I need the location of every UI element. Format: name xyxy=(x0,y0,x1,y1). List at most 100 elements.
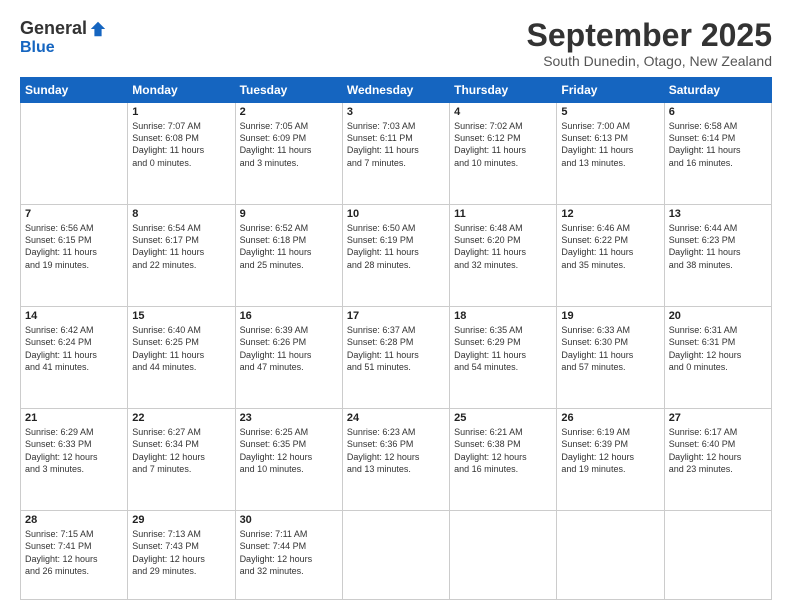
day-number: 10 xyxy=(347,208,445,220)
weekday-header-friday: Friday xyxy=(557,78,664,103)
day-number: 14 xyxy=(25,310,123,322)
day-number: 30 xyxy=(240,514,338,526)
day-info: Sunrise: 6:33 AM Sunset: 6:30 PM Dayligh… xyxy=(561,324,659,373)
header: General Blue September 2025 South Dunedi… xyxy=(20,18,772,69)
calendar-cell: 15 Sunrise: 6:40 AM Sunset: 6:25 PM Dayli… xyxy=(128,307,235,409)
day-number: 3 xyxy=(347,106,445,118)
calendar-cell: 18 Sunrise: 6:35 AM Sunset: 6:29 PM Dayli… xyxy=(450,307,557,409)
calendar-cell: 19Sunrise: 6:33 AM Sunset: 6:30 PM Dayli… xyxy=(557,307,664,409)
week-row-3: 14 Sunrise: 6:42 AM Sunset: 6:24 PM Dayli… xyxy=(21,307,772,409)
calendar-cell: 26 Sunrise: 6:19 AM Sunset: 6:39 PM Dayli… xyxy=(557,409,664,511)
day-info: Sunrise: 6:58 AM Sunset: 6:14 PM Dayligh… xyxy=(669,120,767,169)
calendar-cell: 20 Sunrise: 6:31 AM Sunset: 6:31 PM Dayli… xyxy=(664,307,771,409)
logo-icon xyxy=(89,20,107,38)
weekday-header-row: SundayMondayTuesdayWednesdayThursdayFrid… xyxy=(21,78,772,103)
day-info: Sunrise: 6:35 AM Sunset: 6:29 PM Dayligh… xyxy=(454,324,552,373)
day-info: Sunrise: 6:39 AM Sunset: 6:26 PM Dayligh… xyxy=(240,324,338,373)
calendar-cell: 28 Sunrise: 7:15 AM Sunset: 7:41 PM Dayli… xyxy=(21,511,128,600)
day-number: 27 xyxy=(669,412,767,424)
calendar-cell: 17 Sunrise: 6:37 AM Sunset: 6:28 PM Dayli… xyxy=(342,307,449,409)
day-info: Sunrise: 6:31 AM Sunset: 6:31 PM Dayligh… xyxy=(669,324,767,373)
day-info: Sunrise: 7:02 AM Sunset: 6:12 PM Dayligh… xyxy=(454,120,552,169)
day-info: Sunrise: 6:19 AM Sunset: 6:39 PM Dayligh… xyxy=(561,426,659,475)
calendar-cell: 11 Sunrise: 6:48 AM Sunset: 6:20 PM Dayli… xyxy=(450,205,557,307)
day-number: 12 xyxy=(561,208,659,220)
calendar-cell: 21 Sunrise: 6:29 AM Sunset: 6:33 PM Dayli… xyxy=(21,409,128,511)
day-number: 11 xyxy=(454,208,552,220)
weekday-header-saturday: Saturday xyxy=(664,78,771,103)
day-info: Sunrise: 6:37 AM Sunset: 6:28 PM Dayligh… xyxy=(347,324,445,373)
calendar-cell: 27 Sunrise: 6:17 AM Sunset: 6:40 PM Dayli… xyxy=(664,409,771,511)
day-number: 15 xyxy=(132,310,230,322)
calendar-cell: 14 Sunrise: 6:42 AM Sunset: 6:24 PM Dayli… xyxy=(21,307,128,409)
day-info: Sunrise: 6:56 AM Sunset: 6:15 PM Dayligh… xyxy=(25,222,123,271)
day-number: 5 xyxy=(561,106,659,118)
calendar-cell: 30 Sunrise: 7:11 AM Sunset: 7:44 PM Dayli… xyxy=(235,511,342,600)
calendar-cell: 2 Sunrise: 7:05 AM Sunset: 6:09 PM Daylig… xyxy=(235,103,342,205)
day-info: Sunrise: 7:07 AM Sunset: 6:08 PM Dayligh… xyxy=(132,120,230,169)
day-info: Sunrise: 6:42 AM Sunset: 6:24 PM Dayligh… xyxy=(25,324,123,373)
day-info: Sunrise: 7:11 AM Sunset: 7:44 PM Dayligh… xyxy=(240,528,338,577)
logo: General Blue xyxy=(20,18,107,57)
calendar-cell: 7 Sunrise: 6:56 AM Sunset: 6:15 PM Daylig… xyxy=(21,205,128,307)
day-number: 4 xyxy=(454,106,552,118)
day-info: Sunrise: 7:15 AM Sunset: 7:41 PM Dayligh… xyxy=(25,528,123,577)
day-info: Sunrise: 6:40 AM Sunset: 6:25 PM Dayligh… xyxy=(132,324,230,373)
day-number: 23 xyxy=(240,412,338,424)
week-row-1: 1 Sunrise: 7:07 AM Sunset: 6:08 PM Daylig… xyxy=(21,103,772,205)
calendar-cell xyxy=(450,511,557,600)
weekday-header-monday: Monday xyxy=(128,78,235,103)
day-info: Sunrise: 6:27 AM Sunset: 6:34 PM Dayligh… xyxy=(132,426,230,475)
calendar-cell: 9Sunrise: 6:52 AM Sunset: 6:18 PM Daylig… xyxy=(235,205,342,307)
calendar-cell: 5 Sunrise: 7:00 AM Sunset: 6:13 PM Daylig… xyxy=(557,103,664,205)
day-number: 21 xyxy=(25,412,123,424)
day-info: Sunrise: 6:23 AM Sunset: 6:36 PM Dayligh… xyxy=(347,426,445,475)
logo-general-text: General xyxy=(20,18,87,39)
day-info: Sunrise: 6:48 AM Sunset: 6:20 PM Dayligh… xyxy=(454,222,552,271)
day-info: Sunrise: 6:17 AM Sunset: 6:40 PM Dayligh… xyxy=(669,426,767,475)
week-row-5: 28 Sunrise: 7:15 AM Sunset: 7:41 PM Dayli… xyxy=(21,511,772,600)
page: General Blue September 2025 South Dunedi… xyxy=(0,0,792,612)
day-info: Sunrise: 6:29 AM Sunset: 6:33 PM Dayligh… xyxy=(25,426,123,475)
weekday-header-tuesday: Tuesday xyxy=(235,78,342,103)
day-info: Sunrise: 6:52 AM Sunset: 6:18 PM Dayligh… xyxy=(240,222,338,271)
day-info: Sunrise: 7:00 AM Sunset: 6:13 PM Dayligh… xyxy=(561,120,659,169)
calendar-cell: 24 Sunrise: 6:23 AM Sunset: 6:36 PM Dayli… xyxy=(342,409,449,511)
calendar-cell: 10Sunrise: 6:50 AM Sunset: 6:19 PM Dayli… xyxy=(342,205,449,307)
calendar-cell: 16Sunrise: 6:39 AM Sunset: 6:26 PM Dayli… xyxy=(235,307,342,409)
calendar-cell: 3Sunrise: 7:03 AM Sunset: 6:11 PM Daylig… xyxy=(342,103,449,205)
day-info: Sunrise: 7:05 AM Sunset: 6:09 PM Dayligh… xyxy=(240,120,338,169)
day-number: 29 xyxy=(132,514,230,526)
day-number: 22 xyxy=(132,412,230,424)
day-info: Sunrise: 6:54 AM Sunset: 6:17 PM Dayligh… xyxy=(132,222,230,271)
week-row-4: 21 Sunrise: 6:29 AM Sunset: 6:33 PM Dayli… xyxy=(21,409,772,511)
day-number: 17 xyxy=(347,310,445,322)
title-block: September 2025 South Dunedin, Otago, New… xyxy=(527,18,772,69)
day-number: 8 xyxy=(132,208,230,220)
calendar-cell: 22 Sunrise: 6:27 AM Sunset: 6:34 PM Dayli… xyxy=(128,409,235,511)
day-info: Sunrise: 6:21 AM Sunset: 6:38 PM Dayligh… xyxy=(454,426,552,475)
day-number: 7 xyxy=(25,208,123,220)
calendar-cell xyxy=(557,511,664,600)
day-number: 13 xyxy=(669,208,767,220)
weekday-header-wednesday: Wednesday xyxy=(342,78,449,103)
day-number: 20 xyxy=(669,310,767,322)
day-number: 6 xyxy=(669,106,767,118)
day-number: 24 xyxy=(347,412,445,424)
calendar-cell: 8 Sunrise: 6:54 AM Sunset: 6:17 PM Daylig… xyxy=(128,205,235,307)
calendar-cell: 4 Sunrise: 7:02 AM Sunset: 6:12 PM Daylig… xyxy=(450,103,557,205)
weekday-header-thursday: Thursday xyxy=(450,78,557,103)
calendar-cell xyxy=(664,511,771,600)
day-number: 28 xyxy=(25,514,123,526)
day-info: Sunrise: 6:46 AM Sunset: 6:22 PM Dayligh… xyxy=(561,222,659,271)
calendar-cell: 12 Sunrise: 6:46 AM Sunset: 6:22 PM Dayli… xyxy=(557,205,664,307)
day-number: 26 xyxy=(561,412,659,424)
calendar-cell: 6 Sunrise: 6:58 AM Sunset: 6:14 PM Daylig… xyxy=(664,103,771,205)
calendar-cell: 29 Sunrise: 7:13 AM Sunset: 7:43 PM Dayli… xyxy=(128,511,235,600)
day-number: 2 xyxy=(240,106,338,118)
day-info: Sunrise: 7:13 AM Sunset: 7:43 PM Dayligh… xyxy=(132,528,230,577)
day-number: 18 xyxy=(454,310,552,322)
calendar-table: SundayMondayTuesdayWednesdayThursdayFrid… xyxy=(20,77,772,600)
calendar-cell xyxy=(342,511,449,600)
day-number: 1 xyxy=(132,106,230,118)
